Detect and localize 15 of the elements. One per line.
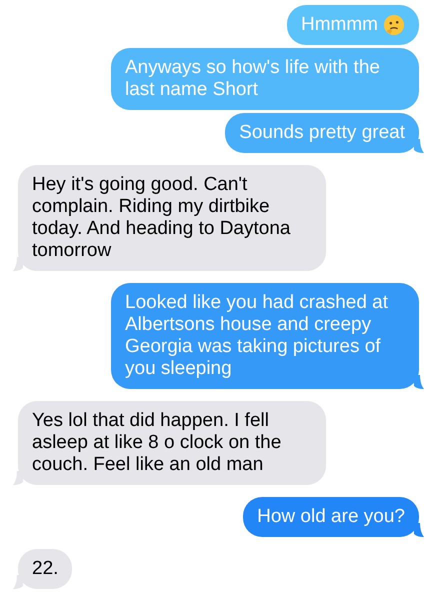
bubble-tail: [414, 523, 424, 537]
received-message-bubble: Yes lol that did happen. I fell asleep at like 8 o clock on the couch. Feel like an old man: [18, 401, 326, 485]
sent-message-bubble: Hmmmm: [286, 5, 419, 45]
sent-message-bubble: Sounds pretty great: [225, 113, 419, 153]
bubble-tail: [13, 575, 23, 589]
bubble-tail: [13, 471, 23, 485]
bubble-tail: [414, 139, 424, 153]
received-message-bubble: 22.: [18, 549, 72, 589]
sent-message-bubble: Looked like you had crashed at Albertsons house and creepy Georgia was taking pictures of you sleeping: [111, 283, 419, 389]
bubble-tail: [414, 375, 424, 389]
received-message-bubble: Hey it's going good. Can't complain. Riding my dirtbike today. And heading to Daytona tomorrow: [18, 165, 326, 271]
bubble-tail: [13, 257, 23, 271]
thinking-emoji-icon: [383, 14, 405, 36]
sent-message-bubble: Anyways so how's life with the last name Short: [111, 48, 419, 110]
sent-message-bubble: How old are you?: [243, 497, 419, 537]
